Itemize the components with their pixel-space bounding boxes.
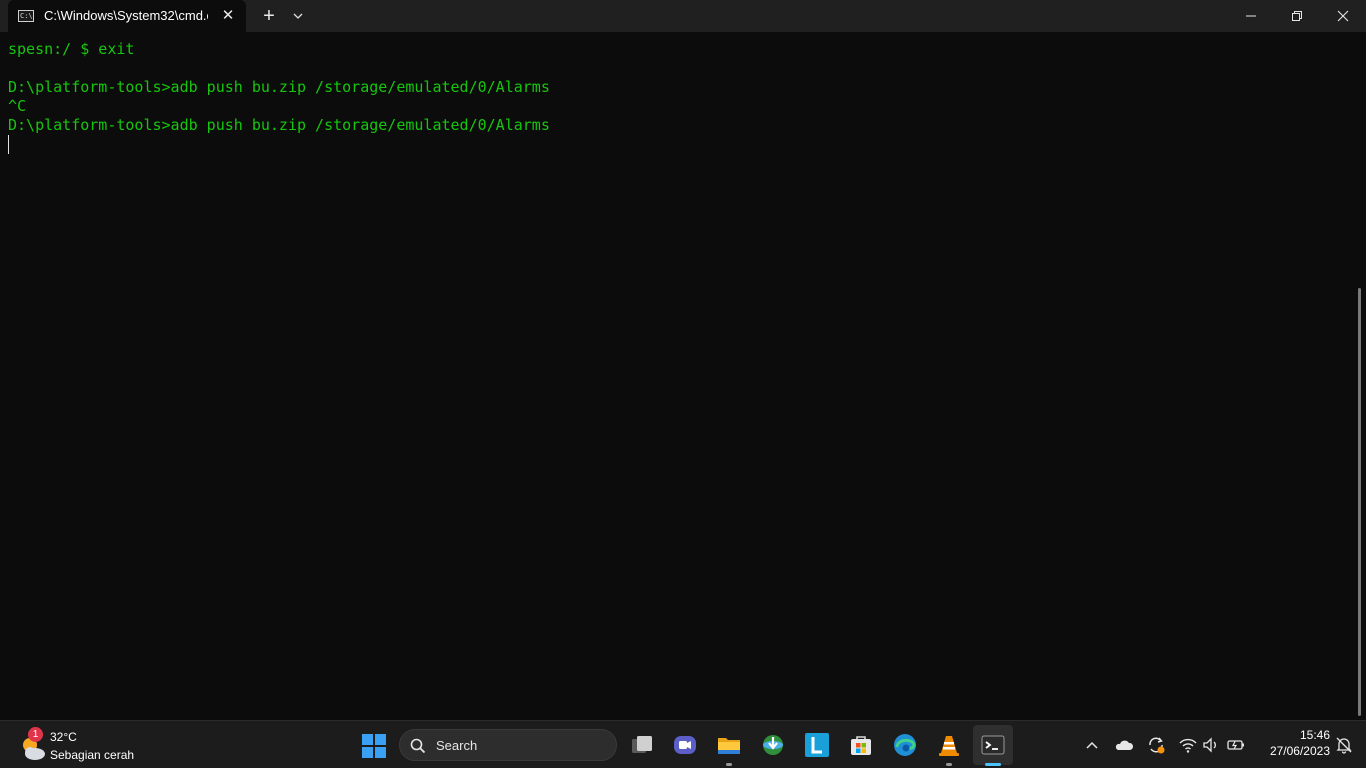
search-icon: [410, 738, 426, 754]
title-bar: C:\Windows\System32\cmd.e ✕ +: [0, 0, 1366, 32]
start-button[interactable]: [358, 725, 390, 765]
minimize-icon: [1246, 15, 1256, 17]
terminal-line: D:\platform-tools>adb push bu.zip /stora…: [8, 78, 550, 96]
tray-battery[interactable]: [1224, 733, 1248, 757]
taskbar-app-store[interactable]: [841, 725, 881, 765]
running-indicator: [726, 763, 732, 766]
taskbar-app-download-manager[interactable]: [753, 725, 793, 765]
close-window-button[interactable]: [1320, 0, 1366, 32]
weather-description: Sebagian cerah: [50, 748, 135, 762]
battery-icon: [1227, 740, 1244, 750]
chevron-down-icon: [293, 13, 303, 19]
taskbar-app-chat[interactable]: [665, 725, 705, 765]
active-indicator: [985, 763, 1001, 766]
terminal-line: ^C: [8, 97, 27, 115]
tray-network[interactable]: [1176, 733, 1200, 757]
new-tab-button[interactable]: +: [255, 4, 283, 28]
l-app-icon: [805, 733, 829, 757]
minimize-button[interactable]: [1228, 0, 1274, 32]
taskbar-app-task-view[interactable]: [622, 725, 662, 765]
tab-cmd[interactable]: C:\Windows\System32\cmd.e ✕: [8, 0, 246, 32]
terminal-output[interactable]: spesn:/ $ exit D:\platform-tools>adb pus…: [0, 32, 1366, 720]
notification-center-button[interactable]: [1332, 733, 1356, 757]
tab-dropdown-button[interactable]: [286, 4, 310, 28]
taskbar-app-file-explorer[interactable]: [709, 725, 749, 766]
chevron-up-icon: [1086, 741, 1098, 749]
speaker-icon: [1203, 737, 1216, 753]
terminal-line: D:\platform-tools>adb push bu.zip /stora…: [8, 116, 550, 134]
terminal-line: spesn:/ $ exit: [8, 40, 135, 58]
taskbar-app-vlc[interactable]: [929, 725, 969, 766]
idm-icon: [763, 735, 783, 755]
restore-button[interactable]: [1274, 0, 1320, 32]
scrollbar[interactable]: [1358, 288, 1361, 716]
search-input[interactable]: Search: [399, 729, 617, 761]
sync-icon: [1149, 737, 1165, 754]
bell-icon: [1336, 737, 1352, 754]
clock-time: 15:46: [1299, 728, 1330, 742]
tray-onedrive[interactable]: [1112, 733, 1136, 757]
search-label: Search: [436, 738, 478, 753]
windows-logo-icon: [362, 734, 386, 758]
taskbar-app-l[interactable]: [797, 725, 837, 765]
tray-sync[interactable]: [1144, 733, 1168, 757]
taskbar: 1 32°C Sebagian cerah Search 15:46 27/06…: [0, 720, 1366, 768]
cmd-icon: [18, 10, 34, 22]
folder-icon: [718, 738, 740, 754]
taskbar-app-edge[interactable]: [885, 725, 925, 765]
clock-date: 27/06/2023: [1269, 744, 1330, 758]
task-view-icon: [632, 736, 652, 753]
tray-volume[interactable]: [1199, 733, 1223, 757]
wifi-icon: [1179, 738, 1197, 753]
terminal-icon: [981, 735, 1005, 755]
edge-icon: [894, 734, 916, 756]
store-icon: [851, 736, 871, 755]
close-icon: [1337, 10, 1349, 22]
restore-icon: [1292, 11, 1302, 21]
weather-widget[interactable]: 1 32°C Sebagian cerah: [12, 725, 172, 765]
cloud-icon: [1115, 740, 1134, 750]
tab-close-button[interactable]: ✕: [218, 6, 238, 26]
show-hidden-icons-button[interactable]: [1080, 733, 1104, 757]
vlc-icon: [939, 736, 959, 756]
notification-badge: 1: [28, 727, 43, 742]
weather-temperature: 32°C: [50, 730, 77, 744]
text-cursor: [8, 135, 9, 154]
taskbar-app-terminal[interactable]: [973, 725, 1013, 766]
chat-icon: [674, 736, 696, 754]
running-indicator: [946, 763, 952, 766]
clock[interactable]: 15:46 27/06/2023: [1254, 727, 1330, 763]
tab-title: C:\Windows\System32\cmd.e: [44, 8, 208, 23]
